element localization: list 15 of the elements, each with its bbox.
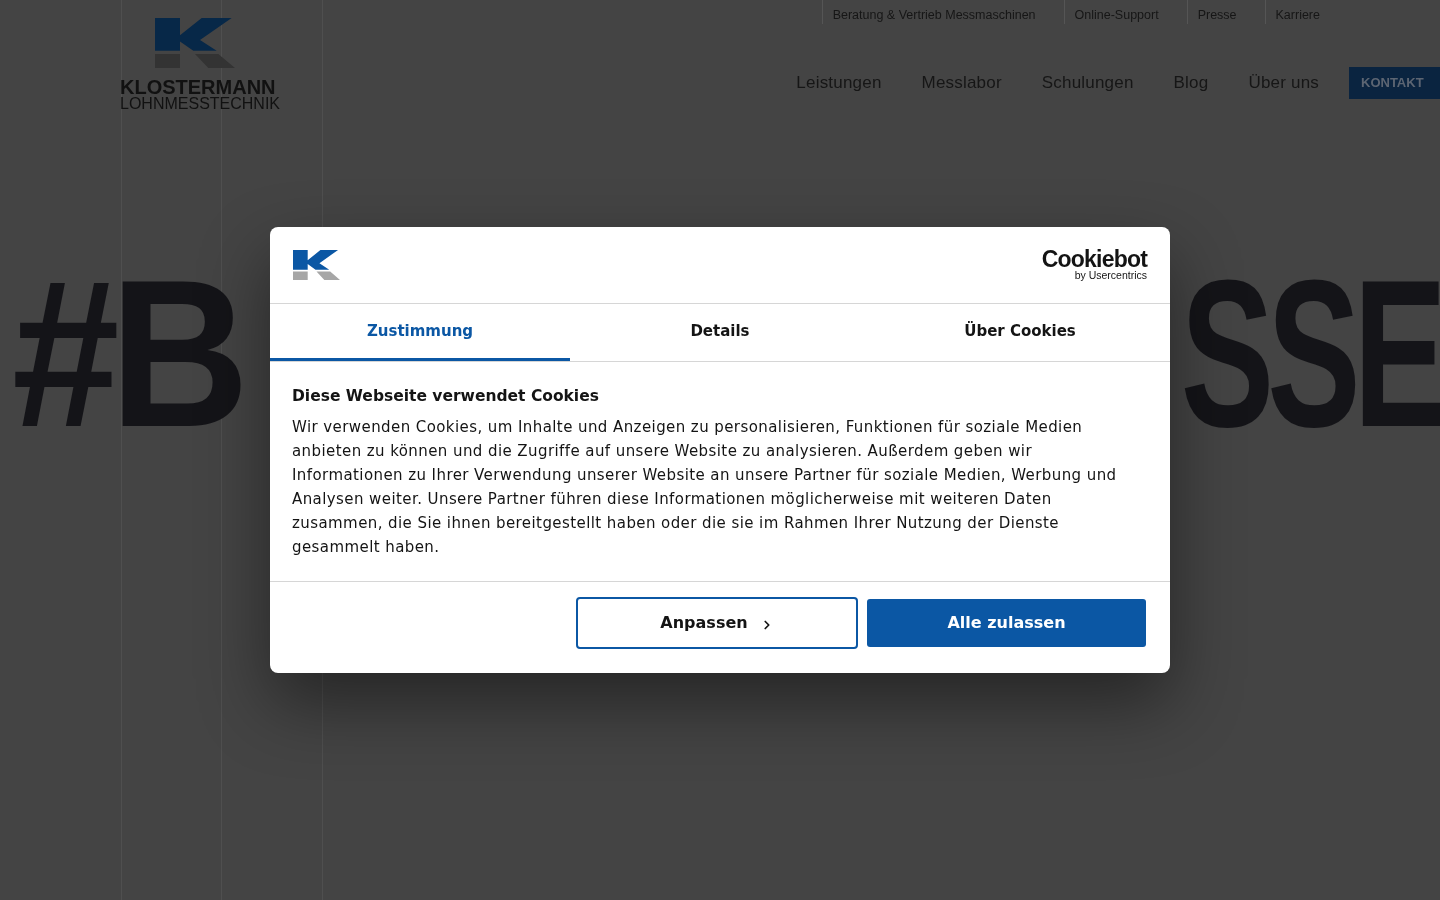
customize-button[interactable]: Anpassen xyxy=(576,597,858,649)
provider-name: Cookiebot xyxy=(1041,249,1147,269)
brand-name: KLOSTERMANN xyxy=(120,78,276,96)
allow-all-button[interactable]: Alle zulassen xyxy=(867,599,1146,647)
contact-button[interactable]: KONTAKT xyxy=(1349,67,1440,99)
headline-text: #B xyxy=(12,249,240,459)
k-logo-icon xyxy=(155,18,235,68)
dialog-tab[interactable]: Über Cookies xyxy=(870,304,1170,361)
provider-byline: by Usercentrics xyxy=(1074,269,1147,281)
dialog-tab[interactable]: Details xyxy=(570,304,870,361)
k-logo-icon xyxy=(293,250,340,280)
dialog-tab[interactable]: Zustimmung xyxy=(270,304,570,361)
dialog-title: Diese Webseite verwendet Cookies xyxy=(292,386,600,407)
brand-tagline: LOHNMESSTECHNIK xyxy=(120,96,281,112)
dialog-body-text: Wir verwenden Cookies, um Inhalte und Anzeigen zu personalisieren, Funktionen für soziale Medien anbieten zu können und die Zugriffe auf unsere Website zu analysieren. Außerdem geben wir Informationen zu Ihrer Verwendung unserer Website an unsere Partner für soziale Medien, Werbung und Analysen weiter. Unsere Partner führen diese Informationen möglicherweise mit weiteren Daten zusammen, die Sie ihnen bereitgestellt haben oder die sie im Rahmen Ihrer Nutzung der Dienste gesammelt haben. xyxy=(292,417,1118,558)
